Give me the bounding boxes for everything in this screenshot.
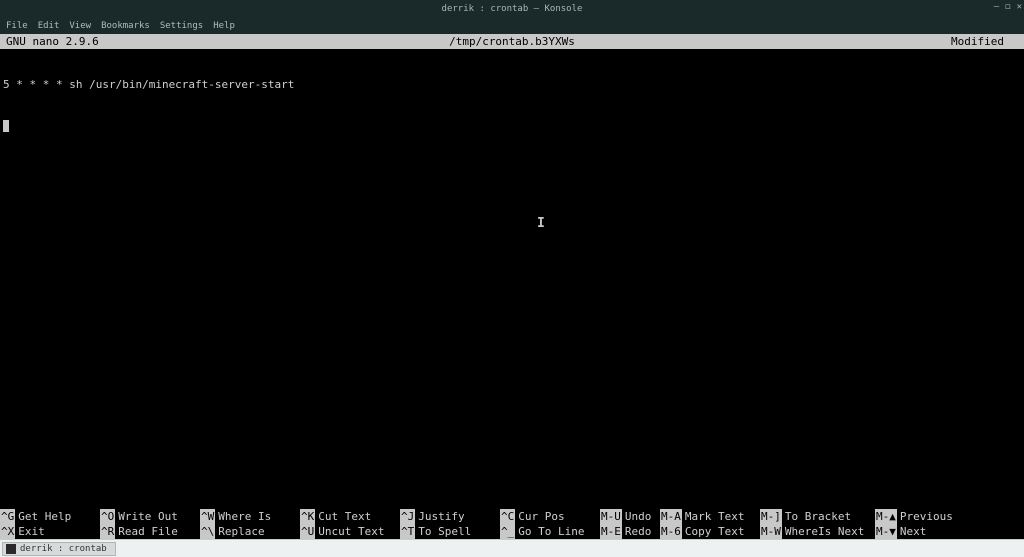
nano-modified-status: Modified <box>951 35 1004 48</box>
window-titlebar: derrik : crontab — Konsole — ◻ ✕ <box>0 0 1024 18</box>
taskbar: derrik : crontab <box>0 539 1024 557</box>
shortcut-uncut-text[interactable]: ^UUncut Text <box>300 524 400 539</box>
menu-edit[interactable]: Edit <box>38 21 60 31</box>
shortcut-redo[interactable]: M-ERedo <box>600 524 660 539</box>
shortcut-read-file[interactable]: ^RRead File <box>100 524 200 539</box>
shortcut-go-to-line[interactable]: ^_Go To Line <box>500 524 600 539</box>
menu-settings[interactable]: Settings <box>160 21 203 31</box>
minimize-icon[interactable]: — <box>994 2 999 12</box>
shortcut-previous[interactable]: M-▲Previous <box>875 509 975 524</box>
shortcut-row-2: ^XExit ^RRead File ^\Replace ^UUncut Tex… <box>0 524 1024 539</box>
terminal-icon <box>6 544 16 554</box>
shortcut-whereis-next[interactable]: M-WWhereIs Next <box>760 524 875 539</box>
text-caret-icon: I <box>537 216 545 231</box>
menu-help[interactable]: Help <box>213 21 235 31</box>
shortcut-to-bracket[interactable]: M-]To Bracket <box>760 509 875 524</box>
menubar: File Edit View Bookmarks Settings Help <box>0 18 1024 34</box>
nano-filename: /tmp/crontab.b3YXWs <box>449 35 575 48</box>
shortcut-mark-text[interactable]: M-AMark Text <box>660 509 760 524</box>
menu-bookmarks[interactable]: Bookmarks <box>101 21 150 31</box>
taskbar-item-crontab[interactable]: derrik : crontab <box>2 542 116 556</box>
shortcut-get-help[interactable]: ^GGet Help <box>0 509 100 524</box>
close-icon[interactable]: ✕ <box>1017 2 1022 12</box>
maximize-icon[interactable]: ◻ <box>1005 2 1010 12</box>
shortcut-replace[interactable]: ^\Replace <box>200 524 300 539</box>
nano-header-bar: GNU nano 2.9.6 /tmp/crontab.b3YXWs Modif… <box>0 34 1024 49</box>
window-title: derrik : crontab — Konsole <box>442 4 583 14</box>
nano-version: GNU nano 2.9.6 <box>6 35 99 48</box>
terminal-editor-area[interactable]: 5 * * * * sh /usr/bin/minecraft-server-s… <box>0 49 1024 539</box>
shortcut-to-spell[interactable]: ^TTo Spell <box>400 524 500 539</box>
shortcut-copy-text[interactable]: M-6Copy Text <box>660 524 760 539</box>
taskbar-item-label: derrik : crontab <box>20 544 107 554</box>
editor-line: 5 * * * * sh /usr/bin/minecraft-server-s… <box>3 78 1021 92</box>
shortcut-cur-pos[interactable]: ^CCur Pos <box>500 509 600 524</box>
nano-shortcut-bar: ^GGet Help ^OWrite Out ^WWhere Is ^KCut … <box>0 509 1024 539</box>
shortcut-justify[interactable]: ^JJustify <box>400 509 500 524</box>
shortcut-row-1: ^GGet Help ^OWrite Out ^WWhere Is ^KCut … <box>0 509 1024 524</box>
shortcut-next[interactable]: M-▼Next <box>875 524 975 539</box>
shortcut-write-out[interactable]: ^OWrite Out <box>100 509 200 524</box>
shortcut-cut-text[interactable]: ^KCut Text <box>300 509 400 524</box>
window-controls: — ◻ ✕ <box>994 2 1022 12</box>
shortcut-undo[interactable]: M-UUndo <box>600 509 660 524</box>
menu-view[interactable]: View <box>69 21 91 31</box>
cursor-icon <box>3 120 9 132</box>
shortcut-exit[interactable]: ^XExit <box>0 524 100 539</box>
shortcut-where-is[interactable]: ^WWhere Is <box>200 509 300 524</box>
menu-file[interactable]: File <box>6 21 28 31</box>
editor-cursor-line <box>3 118 1021 132</box>
